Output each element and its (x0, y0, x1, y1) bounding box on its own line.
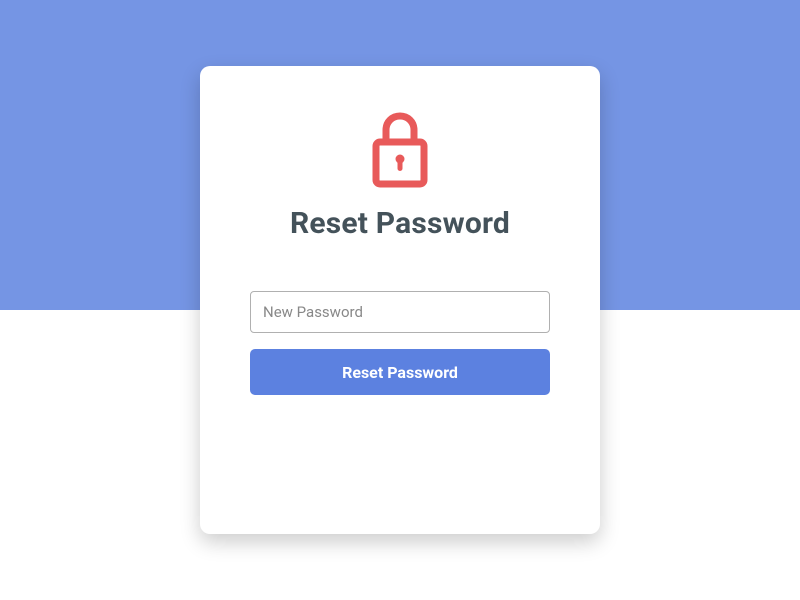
reset-password-button[interactable]: Reset Password (250, 349, 550, 395)
page-title: Reset Password (290, 206, 510, 241)
new-password-input[interactable] (250, 291, 550, 333)
lock-icon (366, 112, 434, 188)
reset-password-card: Reset Password Reset Password (200, 66, 600, 534)
